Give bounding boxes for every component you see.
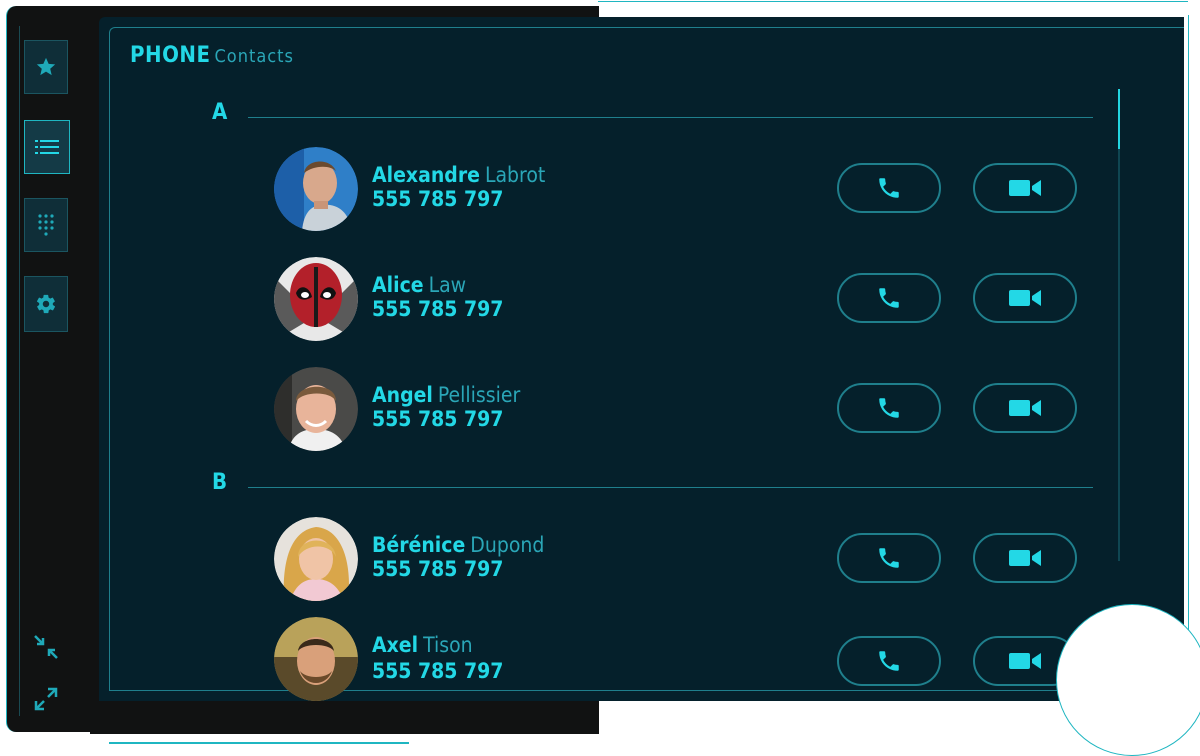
contact-row[interactable]: Angel Pellissier 555 785 797: [274, 367, 1094, 451]
video-call-button[interactable]: [973, 163, 1077, 213]
avatar: [274, 517, 358, 601]
nav-settings-button[interactable]: [24, 276, 68, 332]
nav-contacts-button[interactable]: [24, 120, 70, 174]
contact-last-name: Pellissier: [437, 383, 521, 407]
phone-icon: [879, 288, 899, 308]
video-call-button[interactable]: [973, 383, 1077, 433]
contact-first-name: Axel: [372, 633, 419, 657]
nav-keypad-button[interactable]: [24, 198, 68, 252]
expand-icon[interactable]: [33, 686, 59, 712]
contact-last-name: Law: [428, 273, 467, 297]
contact-row[interactable]: Bérénice Dupond 555 785 797: [274, 517, 1094, 601]
phone-icon: [879, 548, 899, 568]
contact-first-name: Alexandre: [372, 163, 480, 187]
contact-name: Alice Law: [372, 273, 466, 297]
contact-last-name: Labrot: [484, 163, 546, 187]
contact-first-name: Angel: [372, 383, 433, 407]
contact-last-name: Dupond: [470, 533, 545, 557]
contact-row[interactable]: Alexandre Labrot 555 785 797: [274, 147, 1094, 231]
video-camera-icon: [1009, 180, 1041, 196]
video-call-button[interactable]: [973, 533, 1077, 583]
app-title: PHONE: [130, 43, 211, 68]
video-call-button[interactable]: [973, 273, 1077, 323]
contact-name: Angel Pellissier: [372, 383, 520, 407]
avatar: [274, 367, 358, 451]
contact-row[interactable]: Axel Tison 555 785 797: [274, 617, 1094, 701]
phone-icon: [879, 398, 899, 418]
avatar: [274, 257, 358, 341]
video-camera-icon: [1009, 290, 1041, 306]
app-subtitle: Contacts: [214, 46, 294, 67]
list-icon: [35, 140, 59, 154]
section-letter-a: A: [212, 100, 228, 125]
video-camera-icon: [1009, 550, 1041, 566]
star-icon: [36, 57, 56, 76]
contact-phone: 555 785 797: [372, 407, 504, 431]
contact-first-name: Alice: [372, 273, 424, 297]
section-divider: [248, 487, 1093, 488]
phone-icon: [879, 651, 899, 671]
outer-frame-top: [598, 1, 1188, 2]
video-camera-icon: [1009, 400, 1041, 416]
contact-name: Bérénice Dupond: [372, 533, 544, 557]
call-button[interactable]: [837, 383, 941, 433]
video-camera-icon: [1009, 653, 1041, 669]
page-title: PHONE Contacts: [130, 43, 294, 68]
corner-decoration: [1056, 604, 1200, 756]
sidebar: [6, 6, 91, 732]
contact-first-name: Bérénice: [372, 533, 466, 557]
contact-name: Axel Tison: [372, 633, 473, 657]
keypad-icon: [38, 214, 54, 236]
call-button[interactable]: [837, 163, 941, 213]
contact-phone: 555 785 797: [372, 557, 504, 581]
call-button[interactable]: [837, 273, 941, 323]
contact-last-name: Tison: [423, 633, 473, 657]
outer-frame-right: [1188, 15, 1189, 680]
phone-icon: [879, 178, 899, 198]
gear-icon: [36, 294, 56, 314]
scrollbar[interactable]: [1118, 89, 1120, 561]
collapse-icon[interactable]: [33, 634, 59, 660]
call-button[interactable]: [837, 636, 941, 686]
contact-phone: 555 785 797: [372, 187, 504, 211]
section-divider: [248, 117, 1093, 118]
avatar: [274, 147, 358, 231]
sidebar-rail: [19, 26, 20, 716]
nav-favorites-button[interactable]: [24, 40, 68, 94]
contact-name: Alexandre Labrot: [372, 163, 545, 187]
call-button[interactable]: [837, 533, 941, 583]
contact-phone: 555 785 797: [372, 659, 504, 683]
avatar: [274, 617, 358, 701]
section-letter-b: B: [212, 470, 228, 495]
contact-row[interactable]: Alice Law 555 785 797: [274, 257, 1094, 341]
contact-phone: 555 785 797: [372, 297, 504, 321]
scrollbar-thumb[interactable]: [1118, 89, 1120, 149]
